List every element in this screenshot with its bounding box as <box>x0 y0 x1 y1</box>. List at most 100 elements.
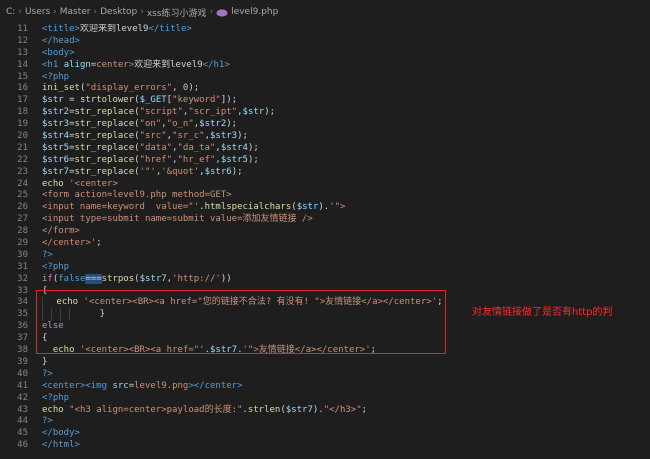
code-token: 'http://' <box>172 273 221 284</box>
code-token: ); <box>247 154 259 165</box>
code-line[interactable]: 12 </head> <box>0 36 650 48</box>
code-text: { <box>42 286 650 298</box>
code-line[interactable]: 29 </center>'; <box>0 238 650 250</box>
code-text: { <box>42 333 650 345</box>
code-token: $str2 <box>42 107 70 118</box>
code-token: "script" <box>139 107 183 118</box>
breadcrumb-item-desktop[interactable]: Desktop <box>100 7 137 17</box>
code-line[interactable]: 44 ?> <box>0 416 650 428</box>
code-line[interactable]: 36 else <box>0 321 650 333</box>
code-line[interactable]: 27 <input type=submit name=submit value=添… <box>0 214 650 226</box>
code-line[interactable]: 43 echo "<h3 align=center>payload的长度:".st… <box>0 405 650 417</box>
code-token: $str4 <box>220 142 248 153</box>
code-line[interactable]: 38 echo '<center><BR><a href="'.$str7.'"… <box>0 345 650 357</box>
code-line[interactable]: 31 <?php <box>0 262 650 274</box>
code-token: "display_errors" <box>85 83 173 94</box>
code-token: ></center> <box>188 380 243 391</box>
code-editor[interactable]: 11 <title>欢迎来到level9</title> 12 </head> 13 <b… <box>0 24 650 459</box>
line-number: 14 <box>17 59 28 70</box>
code-line[interactable]: 33 { <box>0 286 650 298</box>
line-number: 12 <box>17 35 28 46</box>
code-line[interactable]: 11 <title>欢迎来到level9</title> <box>0 24 650 36</box>
breadcrumb-file[interactable]: level9.php <box>231 7 278 17</box>
code-token: $str5 <box>220 154 248 165</box>
breadcrumb-item-master[interactable]: Master <box>60 7 91 17</box>
code-line[interactable]: 39} <box>0 357 650 369</box>
code-line[interactable]: 45 </body> <box>0 428 650 440</box>
code-token: "keyword" <box>172 95 221 106</box>
code-line[interactable]: 13 <body> <box>0 48 650 60</box>
breadcrumb-item-folder[interactable]: xss练习小游戏 <box>147 6 207 19</box>
code-token: <center><img <box>42 380 113 391</box>
breadcrumb-item-users[interactable]: Users <box>25 7 50 17</box>
code-token: } <box>78 309 106 320</box>
code-text: </body> <box>42 428 650 440</box>
line-number: 41 <box>17 380 28 391</box>
code-token: '<center><BR><a href="您的链接不合法? 有没有! ">友情… <box>83 297 438 308</box>
code-token: <?php <box>42 261 70 272</box>
code-token: ). <box>318 202 330 213</box>
chevron-right-icon: › <box>140 7 144 17</box>
code-token: "scr_ipt" <box>188 107 238 118</box>
code-token: $str7 <box>285 404 313 415</box>
code-token: ); <box>231 166 243 177</box>
code-token: <input type=submit name=submit value=添加友… <box>42 214 313 225</box>
line-number: 44 <box>17 416 28 427</box>
code-token: else <box>42 321 64 332</box>
code-line[interactable]: 28 </form> <box>0 226 650 238</box>
code-text: <input name=keyword value="'.htmlspecial… <box>42 202 650 214</box>
line-number: 13 <box>17 47 28 58</box>
code-line[interactable]: 18 $str2=str_replace("script","scr_ipt",$… <box>0 107 650 119</box>
code-token: </title> <box>148 24 192 34</box>
code-token: <form action=level9.php method=GET> <box>42 190 232 201</box>
code-token: htmlspecialchars <box>204 202 292 213</box>
code-text: <input type=submit name=submit value=添加友… <box>42 214 650 226</box>
code-line[interactable]: 46 </html> <box>0 440 650 452</box>
code-line[interactable]: 40 ?> <box>0 369 650 381</box>
code-token: ?> <box>42 368 53 379</box>
code-line[interactable]: 41 <center><img src=level9.png></center> <box>0 381 650 393</box>
code-text: $str7=str_replace('"','&quot',$str6); <box>42 167 650 179</box>
code-line[interactable]: 22 $str6=str_replace("href","hr_ef",$str5… <box>0 155 650 167</box>
code-token: str_replace <box>74 107 135 118</box>
line-number: 45 <box>17 428 28 439</box>
code-line[interactable]: 23 $str7=str_replace('"','&quot',$str6); <box>0 167 650 179</box>
code-token: strtolower <box>79 95 135 106</box>
code-token: 欢迎来到level9 <box>79 24 149 34</box>
code-line[interactable]: 16 ini_set("display_errors", 0); <box>0 83 650 95</box>
code-line[interactable]: 32 if(false===strpos($str7,'http://')) <box>0 273 650 286</box>
breadcrumb-item-drive[interactable]: C: <box>6 7 15 17</box>
code-token: $str7 <box>210 345 238 356</box>
line-number: 19 <box>17 119 28 130</box>
code-token: '"' <box>139 166 156 177</box>
chevron-right-icon: › <box>93 7 98 17</box>
code-line[interactable]: 21 $str5=str_replace("data","da_ta",$str4… <box>0 143 650 155</box>
code-line[interactable]: 25 <form action=level9.php method=GET> <box>0 190 650 202</box>
line-number: 27 <box>17 214 28 225</box>
code-token: level9.png <box>134 380 189 391</box>
code-line[interactable]: 15 <?php <box>0 72 650 84</box>
code-line[interactable]: 37 { <box>0 333 650 345</box>
code-line[interactable]: 14 <h1 align=center>欢迎来到level9</h1> <box>0 60 650 72</box>
code-token: "da_ta" <box>177 142 216 153</box>
chevron-right-icon: › <box>18 7 22 17</box>
code-text: ?> <box>42 416 650 428</box>
code-token: '">友情链接</a></center>' <box>242 345 371 356</box>
line-number: 33 <box>17 285 28 296</box>
code-token: ; <box>96 238 102 249</box>
code-text: } <box>42 357 650 369</box>
code-text: echo '<center><BR><a href="'.$str7.'">友情… <box>42 345 650 357</box>
code-line[interactable]: 20 $str4=str_replace("src","sr_c",$str3); <box>0 131 650 143</box>
code-token: $str2 <box>199 119 227 130</box>
code-line[interactable]: 30 ?> <box>0 250 650 262</box>
code-token: </center>' <box>42 238 97 249</box>
code-text: $str4=str_replace("src","sr_c",$str3); <box>42 131 650 143</box>
code-token: $str4 <box>42 131 70 142</box>
code-line[interactable]: 24 echo '<center> <box>0 179 650 191</box>
code-line[interactable]: 19 $str3=str_replace("on","o_n",$str2); <box>0 119 650 131</box>
code-line[interactable]: 42 <?php <box>0 393 650 405</box>
code-token: ]); <box>220 95 238 106</box>
line-number: 35 <box>17 309 28 320</box>
code-line[interactable]: 26 <input name=keyword value="'.htmlspeci… <box>0 202 650 214</box>
code-line[interactable]: 17 $str = strtolower($_GET["keyword"]); <box>0 95 650 107</box>
